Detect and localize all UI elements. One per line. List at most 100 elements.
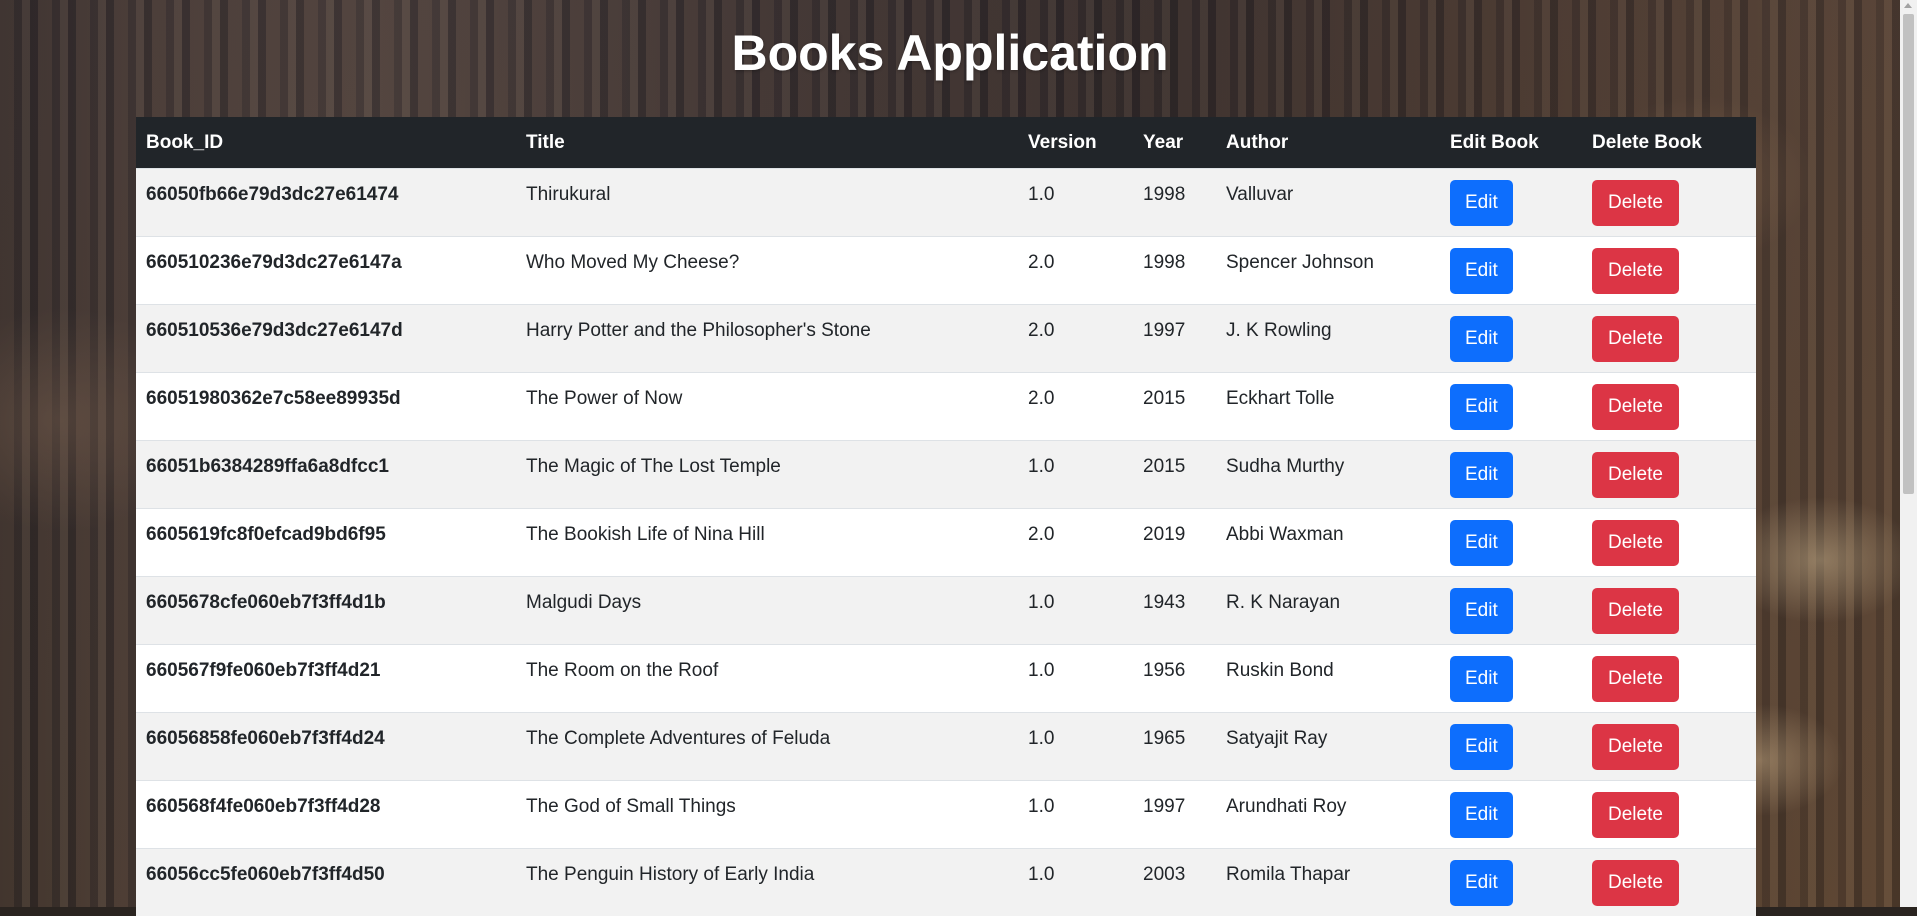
cell-book-id: 6605619fc8f0efcad9bd6f95 xyxy=(136,509,516,577)
book-year-text: 2019 xyxy=(1143,524,1185,546)
delete-button[interactable]: Delete xyxy=(1592,384,1679,430)
cell-delete: Delete xyxy=(1582,169,1756,237)
cell-author: Eckhart Tolle xyxy=(1216,373,1440,441)
page-title: Books Application xyxy=(0,24,1900,82)
book-author-text: Satyajit Ray xyxy=(1226,728,1327,750)
cell-year: 1998 xyxy=(1133,169,1216,237)
delete-button[interactable]: Delete xyxy=(1592,316,1679,362)
cell-author: Valluvar xyxy=(1216,169,1440,237)
edit-button[interactable]: Edit xyxy=(1450,180,1513,226)
edit-button[interactable]: Edit xyxy=(1450,656,1513,702)
cell-version: 1.0 xyxy=(1018,577,1133,645)
edit-button[interactable]: Edit xyxy=(1450,724,1513,770)
scrollbar-thumb[interactable] xyxy=(1903,14,1914,494)
book-year-text: 2015 xyxy=(1143,456,1185,478)
cell-author: Ruskin Bond xyxy=(1216,645,1440,713)
book-id-text: 660568f4fe060eb7f3ff4d28 xyxy=(146,796,381,818)
cell-title: The Penguin History of Early India xyxy=(516,849,1018,916)
cell-author: Satyajit Ray xyxy=(1216,713,1440,781)
book-year-text: 2003 xyxy=(1143,864,1185,886)
cell-title: The God of Small Things xyxy=(516,781,1018,849)
edit-button[interactable]: Edit xyxy=(1450,452,1513,498)
book-year-text: 2015 xyxy=(1143,388,1185,410)
cell-version: 2.0 xyxy=(1018,509,1133,577)
book-title-text: The Bookish Life of Nina Hill xyxy=(526,524,765,546)
book-version-text: 1.0 xyxy=(1028,660,1054,682)
cell-delete: Delete xyxy=(1582,849,1756,916)
cell-delete: Delete xyxy=(1582,509,1756,577)
book-author-text: Arundhati Roy xyxy=(1226,796,1346,818)
cell-author: Sudha Murthy xyxy=(1216,441,1440,509)
book-author-text: Ruskin Bond xyxy=(1226,660,1334,682)
book-id-text: 660510536e79d3dc27e6147d xyxy=(146,320,403,342)
book-id-text: 66051980362e7c58ee89935d xyxy=(146,388,401,410)
book-version-text: 1.0 xyxy=(1028,864,1054,886)
cell-year: 1997 xyxy=(1133,305,1216,373)
table-row: 660567f9fe060eb7f3ff4d21The Room on the … xyxy=(136,645,1756,713)
cell-edit: Edit xyxy=(1440,849,1582,916)
book-title-text: The Power of Now xyxy=(526,388,682,410)
edit-button[interactable]: Edit xyxy=(1450,384,1513,430)
cell-year: 1965 xyxy=(1133,713,1216,781)
cell-version: 1.0 xyxy=(1018,645,1133,713)
table-row: 66050fb66e79d3dc27e61474 Thirukural 1.0 199… xyxy=(136,169,1756,237)
header-version: Version xyxy=(1018,117,1133,169)
cell-year: 1943 xyxy=(1133,577,1216,645)
vertical-scrollbar[interactable] xyxy=(1900,0,1917,907)
delete-button[interactable]: Delete xyxy=(1592,588,1679,634)
cell-year: 1998 xyxy=(1133,237,1216,305)
book-version-text: 1.0 xyxy=(1028,592,1054,614)
table-row: 660568f4fe060eb7f3ff4d28 The God of Small… xyxy=(136,781,1756,849)
cell-book-id: 66056858fe060eb7f3ff4d24 xyxy=(136,713,516,781)
delete-button[interactable]: Delete xyxy=(1592,724,1679,770)
table-row: 66056858fe060eb7f3ff4d24The Complete Adv… xyxy=(136,713,1756,781)
cell-version: 1.0 xyxy=(1018,169,1133,237)
book-author-text: J. K Rowling xyxy=(1226,320,1332,342)
cell-title: Malgudi Days xyxy=(516,577,1018,645)
book-author-text: Abbi Waxman xyxy=(1226,524,1344,546)
cell-edit: Edit xyxy=(1440,781,1582,849)
book-version-text: 1.0 xyxy=(1028,184,1054,206)
edit-button[interactable]: Edit xyxy=(1450,792,1513,838)
delete-button[interactable]: Delete xyxy=(1592,656,1679,702)
edit-button[interactable]: Edit xyxy=(1450,520,1513,566)
book-author-text: Spencer Johnson xyxy=(1226,252,1374,274)
book-author-text: R. K Narayan xyxy=(1226,592,1340,614)
cell-year: 1956 xyxy=(1133,645,1216,713)
book-version-text: 2.0 xyxy=(1028,524,1054,546)
delete-button[interactable]: Delete xyxy=(1592,180,1679,226)
book-year-text: 1956 xyxy=(1143,660,1185,682)
cell-year: 2003 xyxy=(1133,849,1216,916)
edit-button[interactable]: Edit xyxy=(1450,588,1513,634)
edit-button[interactable]: Edit xyxy=(1450,248,1513,294)
cell-author: J. K Rowling xyxy=(1216,305,1440,373)
book-version-text: 1.0 xyxy=(1028,796,1054,818)
books-table: Book_ID Title Version Year Author Edit B… xyxy=(136,117,1756,916)
delete-button[interactable]: Delete xyxy=(1592,792,1679,838)
book-author-text: Romila Thapar xyxy=(1226,864,1350,886)
delete-button[interactable]: Delete xyxy=(1592,452,1679,498)
cell-title: The Power of Now xyxy=(516,373,1018,441)
scroll-up-arrow-icon[interactable] xyxy=(1904,3,1912,8)
edit-button[interactable]: Edit xyxy=(1450,316,1513,362)
delete-button[interactable]: Delete xyxy=(1592,860,1679,906)
table-row: 66056cc5fe060eb7f3ff4d50The Penguin Hist… xyxy=(136,849,1756,916)
cell-title: Who Moved My Cheese? xyxy=(516,237,1018,305)
cell-version: 1.0 xyxy=(1018,713,1133,781)
header-book-id: Book_ID xyxy=(136,117,516,169)
book-id-text: 66051b6384289ffa6a8dfcc1 xyxy=(146,456,389,478)
table-row: 66051b6384289ffa6a8dfcc1The Magic of The… xyxy=(136,441,1756,509)
header-year: Year xyxy=(1133,117,1216,169)
book-title-text: Thirukural xyxy=(526,184,610,206)
book-year-text: 1965 xyxy=(1143,728,1185,750)
book-title-text: Harry Potter and the Philosopher's Stone xyxy=(526,320,871,342)
cell-book-id: 66050fb66e79d3dc27e61474 xyxy=(136,169,516,237)
delete-button[interactable]: Delete xyxy=(1592,248,1679,294)
books-table-container: Book_ID Title Version Year Author Edit B… xyxy=(136,117,1756,916)
cell-title: Thirukural xyxy=(516,169,1018,237)
edit-button[interactable]: Edit xyxy=(1450,860,1513,906)
cell-delete: Delete xyxy=(1582,305,1756,373)
delete-button[interactable]: Delete xyxy=(1592,520,1679,566)
book-id-text: 660510236e79d3dc27e6147a xyxy=(146,252,402,274)
cell-edit: Edit xyxy=(1440,645,1582,713)
